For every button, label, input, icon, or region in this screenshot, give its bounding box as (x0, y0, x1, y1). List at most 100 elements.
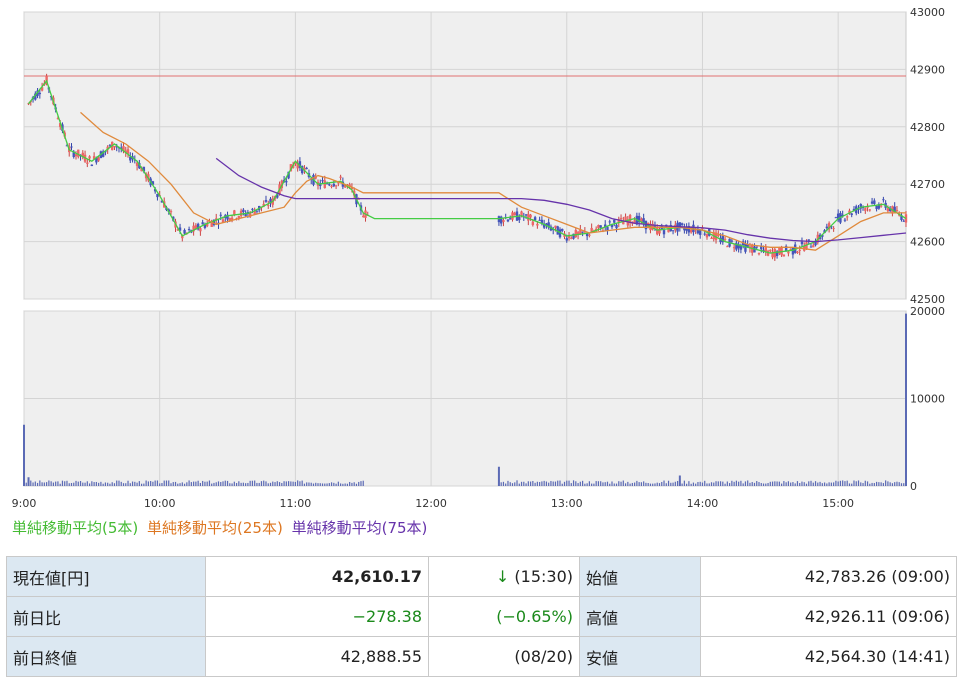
volume-bar (315, 482, 317, 486)
volume-bar (206, 481, 208, 486)
volume-bar (351, 482, 353, 486)
volume-bar (667, 480, 670, 486)
volume-bar (317, 483, 319, 486)
volume-bar (640, 482, 642, 486)
volume-bar (507, 480, 509, 486)
volume-bar (43, 482, 45, 486)
candle-body (74, 154, 78, 157)
price-y-tick-label: 43000 (910, 6, 945, 19)
volume-bar (753, 482, 756, 486)
open-label: 始値 (579, 556, 701, 597)
volume-bar (285, 481, 287, 486)
volume-bar (217, 481, 220, 486)
candle-body (201, 222, 204, 225)
volume-bar (676, 480, 679, 486)
volume-bar (525, 483, 527, 486)
volume-bar (749, 482, 751, 486)
volume-bar (536, 481, 538, 486)
time-axis: 9:00 10:00 11:00 12:00 13:00 14:00 15:00 (12, 497, 854, 510)
volume-bar (152, 481, 154, 486)
volume-bar (833, 482, 835, 486)
volume-bar (518, 483, 520, 486)
volume-bar (254, 480, 256, 486)
volume-bar (202, 480, 204, 486)
volume-bar (59, 483, 61, 486)
volume-bar (638, 482, 640, 486)
volume-bar (222, 481, 224, 486)
volume-bar (263, 480, 265, 486)
candle-body (656, 227, 659, 235)
volume-bar (762, 483, 765, 486)
volume-bar (86, 481, 88, 486)
volume-bar (294, 481, 296, 486)
volume-bar (692, 482, 695, 486)
volume-bar (118, 480, 120, 486)
candle-body (787, 251, 790, 254)
candle-body (588, 234, 591, 236)
change-pct: (−0.65%) (428, 596, 580, 637)
volume-bar (154, 480, 156, 486)
volume-bar (30, 480, 32, 486)
candle-body (267, 204, 270, 206)
volume-bar (141, 483, 143, 486)
volume-bar (550, 480, 552, 486)
candle-body (323, 180, 326, 189)
volume-bar (898, 482, 900, 486)
volume-bar (68, 483, 70, 486)
candle-body (90, 164, 94, 167)
candle-body (796, 251, 799, 254)
x-tick-label: 10:00 (144, 497, 176, 510)
volume-bar (312, 483, 315, 486)
candle-body (538, 219, 541, 221)
open-value: 42,783.26 (09:00) (700, 556, 957, 597)
volume-bar (805, 483, 808, 486)
volume-bar (150, 481, 152, 486)
volume-bar (100, 481, 102, 486)
volume-bar (500, 482, 502, 486)
x-tick-label: 13:00 (551, 497, 583, 510)
high-label: 高値 (579, 596, 701, 637)
volume-bar (900, 483, 903, 486)
candle-body (782, 254, 786, 257)
candle-body (183, 229, 186, 234)
volume-bar (269, 482, 272, 486)
volume-bar (226, 480, 229, 486)
volume-bar (839, 480, 842, 486)
volume-bar (710, 482, 713, 486)
volume-bar (310, 482, 312, 486)
volume-bar (866, 481, 869, 486)
candle-body (895, 209, 899, 211)
volume-bar (301, 480, 303, 486)
current-value: 42,610.17 (205, 556, 429, 597)
candle-body (187, 229, 191, 231)
x-tick-label: 11:00 (280, 497, 312, 510)
volume-bar (292, 481, 294, 486)
price-panel: 430004290042800427004260042500 (23, 6, 945, 306)
volume-bar (131, 481, 134, 486)
volume-bar (563, 481, 566, 486)
volume-bar (713, 482, 715, 486)
volume-bar (168, 480, 170, 486)
table-row: 前日終値 42,888.55 (08/20) 安値 42,564.30 (14:… (6, 636, 957, 677)
candle-body (764, 247, 767, 252)
volume-bar (543, 480, 545, 486)
volume-bar (882, 483, 884, 486)
volume-bar (249, 480, 251, 486)
volume-bar (335, 483, 337, 486)
candle-body (703, 233, 706, 235)
volume-bar (233, 481, 235, 486)
candle-body (565, 238, 568, 241)
volume-bar (848, 483, 851, 486)
volume-bar (358, 481, 360, 486)
volume-bar (690, 483, 692, 486)
volume-bar (247, 482, 249, 486)
volume-bar (75, 480, 77, 486)
volume-bar (224, 480, 226, 486)
candle-body (536, 223, 539, 226)
current-time: (15:30) (514, 567, 573, 586)
volume-bar (559, 480, 561, 486)
volume-bar (561, 483, 563, 486)
volume-bar (597, 481, 600, 486)
volume-bar (260, 481, 263, 486)
volume-bar (541, 481, 543, 486)
